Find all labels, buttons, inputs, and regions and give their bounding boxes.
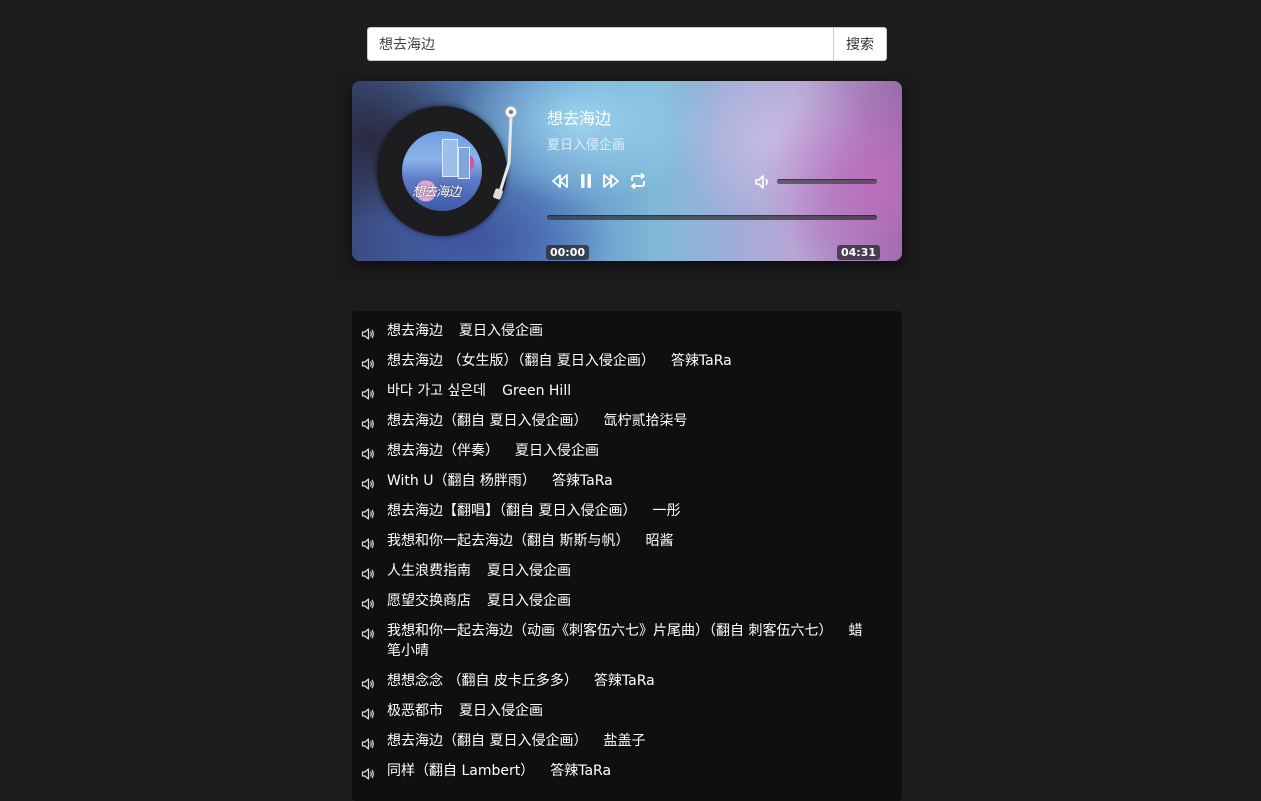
list-item[interactable]: 同样（翻自 Lambert） 答辣TaRa (352, 761, 902, 791)
song-title: 人生浪费指南 (387, 563, 471, 579)
search-bar: 搜索 (367, 27, 887, 61)
speaker-icon (361, 418, 374, 430)
song-title: 想去海边（翻自 夏日入侵企画） (387, 733, 588, 749)
song-title: 想去海边【翻唱】（翻自 夏日入侵企画） (387, 503, 637, 519)
repeat-icon[interactable] (629, 172, 647, 190)
volume-icon[interactable] (754, 173, 772, 191)
song-title: 想去海边（伴奏） (387, 443, 499, 459)
song-title: 想去海边 (387, 323, 443, 339)
speaker-icon (361, 508, 374, 520)
song-title: With U（翻自 杨胖雨） (387, 473, 536, 489)
song-artist: 答辣TaRa (670, 353, 732, 369)
fast-forward-icon[interactable] (602, 172, 620, 190)
song-artist: 夏日入侵企画 (459, 323, 543, 339)
list-item[interactable]: 我想和你一起去海边（翻自 斯斯与帆） 昭酱 (352, 531, 902, 561)
speaker-icon (361, 628, 374, 640)
list-item[interactable]: 바다 가고 싶은데 Green Hill (352, 381, 902, 411)
song-title: 바다 가고 싶은데 (387, 383, 487, 399)
list-item[interactable]: 我想和你一起去海边（动画《刺客伍六七》片尾曲）（翻自 刺客伍六七） 蜡笔小晴 (352, 621, 902, 671)
list-item[interactable]: 人生浪费指南 夏日入侵企画 (352, 561, 902, 591)
total-time: 04:31 (836, 245, 880, 260)
song-artist: 答辣TaRa (551, 473, 613, 489)
speaker-icon (361, 738, 374, 750)
list-item[interactable]: 想想念念 （翻自 皮卡丘多多） 答辣TaRa (352, 671, 902, 701)
list-item[interactable]: 极恶都市 夏日入侵企画 (352, 701, 902, 731)
list-item[interactable]: 想去海边（翻自 夏日入侵企画） 盐盖子 (352, 731, 902, 761)
speaker-icon (361, 388, 374, 400)
album-cover: 想去海边 (402, 131, 482, 211)
album-lettering: 想去海边 (412, 184, 461, 199)
list-item[interactable]: 想去海边（伴奏） 夏日入侵企画 (352, 441, 902, 471)
speaker-icon (361, 568, 374, 580)
song-title: 想去海边（翻自 夏日入侵企画） (387, 413, 588, 429)
song-title: 极恶都市 (387, 703, 443, 719)
speaker-icon (361, 708, 374, 720)
list-item[interactable]: 愿望交换商店 夏日入侵企画 (352, 591, 902, 621)
speaker-icon (361, 678, 374, 690)
track-title: 想去海边 (547, 109, 612, 128)
pause-icon[interactable] (577, 172, 595, 190)
list-item[interactable]: 想去海边 夏日入侵企画 (352, 321, 902, 351)
song-title: 我想和你一起去海边（动画《刺客伍六七》片尾曲）（翻自 刺客伍六七） (387, 623, 833, 639)
song-artist: 夏日入侵企画 (515, 443, 599, 459)
list-item[interactable]: With U（翻自 杨胖雨） 答辣TaRa (352, 471, 902, 501)
speaker-icon (361, 358, 374, 370)
playlist: 想去海边 夏日入侵企画 想去海边 （女生版）（翻自 夏日入侵企画） 答辣TaRa 바… (352, 311, 902, 801)
search-input[interactable] (367, 27, 833, 61)
song-artist: 夏日入侵企画 (487, 563, 571, 579)
volume-slider[interactable] (777, 179, 877, 184)
song-title: 想想念念 （翻自 皮卡丘多多） (387, 673, 578, 689)
song-artist: 盐盖子 (603, 733, 646, 749)
track-artist: 夏日入侵企画 (547, 138, 626, 153)
song-artist: 昭酱 (645, 533, 674, 549)
speaker-icon (361, 768, 374, 780)
song-title: 我想和你一起去海边（翻自 斯斯与帆） (387, 533, 630, 549)
song-artist: 氙柠贰拾柒号 (603, 413, 688, 429)
music-player: 想去海边 想去海边 夏日入侵企画 00:00 04:31 (352, 81, 902, 261)
song-title: 同样（翻自 Lambert） (387, 763, 535, 779)
list-item[interactable]: 想去海边 （女生版）（翻自 夏日入侵企画） 答辣TaRa (352, 351, 902, 381)
speaker-icon (361, 598, 374, 610)
song-artist: 答辣TaRa (550, 763, 612, 779)
search-button[interactable]: 搜索 (833, 27, 887, 61)
song-title: 想去海边 （女生版）（翻自 夏日入侵企画） (387, 353, 655, 369)
song-artist: 夏日入侵企画 (487, 593, 571, 609)
song-title: 愿望交换商店 (387, 593, 471, 609)
speaker-icon (361, 478, 374, 490)
song-artist: Green Hill (502, 383, 572, 399)
speaker-icon (361, 448, 374, 460)
song-artist: 答辣TaRa (593, 673, 655, 689)
progress-bar[interactable] (547, 215, 877, 220)
speaker-icon (361, 538, 374, 550)
song-artist: 一彤 (652, 503, 681, 519)
list-item[interactable]: 想去海边（翻自 夏日入侵企画） 氙柠贰拾柒号 (352, 411, 902, 441)
tonearm-icon (493, 105, 518, 200)
song-artist: 夏日入侵企画 (459, 703, 543, 719)
list-item[interactable]: 想去海边【翻唱】（翻自 夏日入侵企画） 一彤 (352, 501, 902, 531)
current-time: 00:00 (546, 245, 590, 260)
speaker-icon (361, 328, 374, 340)
rewind-icon[interactable] (551, 172, 569, 190)
